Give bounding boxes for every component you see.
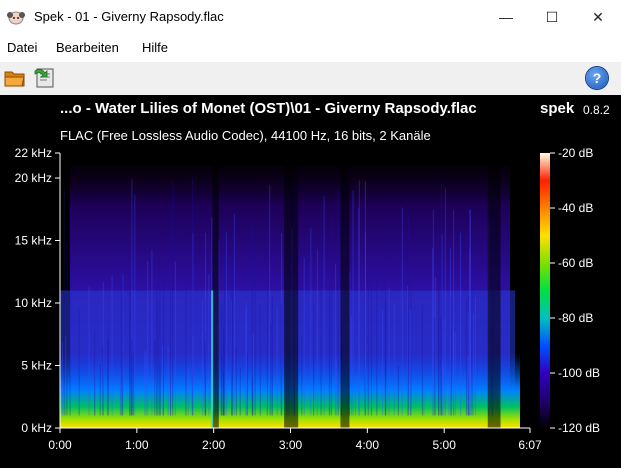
title-bar: Spek - 01 - Giverny Rapsody.flac — ☐ ✕ [0,0,621,34]
y-tick-label: 15 kHz [15,234,52,248]
menu-datei[interactable]: Datei [7,40,37,55]
minimize-button[interactable]: — [483,0,529,34]
x-tick-label: 2:00 [202,438,226,452]
menu-hilfe[interactable]: Hilfe [142,40,168,55]
menu-bar: Datei Bearbeiten Hilfe [0,34,621,63]
y-tick-label: 22 kHz [15,146,52,160]
db-tick-label: -100 dB [558,366,600,380]
y-tick-label: 5 kHz [21,359,52,373]
y-tick-label: 0 kHz [21,421,52,435]
x-tick-label: 6:07 [518,438,542,452]
x-tick-label: 4:00 [356,438,380,452]
spectrogram-panel: ...o - Water Lilies of Monet (OST)\01 - … [0,95,621,468]
menu-bearbeiten[interactable]: Bearbeiten [56,40,119,55]
frequency-axis: 22 kHz 20 kHz 15 kHz 10 kHz 5 kHz 0 kHz [15,146,60,435]
close-button[interactable]: ✕ [575,0,621,34]
x-tick-label: 1:00 [125,438,149,452]
y-tick-label: 10 kHz [15,296,52,310]
x-tick-label: 3:00 [279,438,303,452]
db-tick-label: -80 dB [558,311,593,325]
maximize-button[interactable]: ☐ [529,0,575,34]
help-icon[interactable]: ? [586,67,608,89]
db-tick-label: -120 dB [558,421,600,435]
db-color-bar [540,153,550,428]
app-icon [7,9,25,25]
toolbar: ? [0,62,621,96]
time-axis: 0:00 1:00 2:00 3:00 4:00 5:00 6:07 [48,428,542,452]
db-tick-label: -60 dB [558,256,593,270]
db-tick-label: -20 dB [558,146,593,160]
db-tick-label: -40 dB [558,201,593,215]
x-tick-label: 0:00 [48,438,72,452]
open-folder-icon[interactable] [3,66,27,90]
y-tick-label: 20 kHz [15,171,52,185]
x-tick-label: 5:00 [433,438,457,452]
db-scale: -20 dB -40 dB -60 dB -80 dB -100 dB -120 dB [540,146,600,435]
spectrogram-plot [60,153,530,428]
spectrogram-chart: 22 kHz 20 kHz 15 kHz 10 kHz 5 kHz 0 kHz 0:00 1… [0,95,621,468]
window-title: Spek - 01 - Giverny Rapsody.flac [34,9,224,24]
save-refresh-icon[interactable] [33,66,57,90]
